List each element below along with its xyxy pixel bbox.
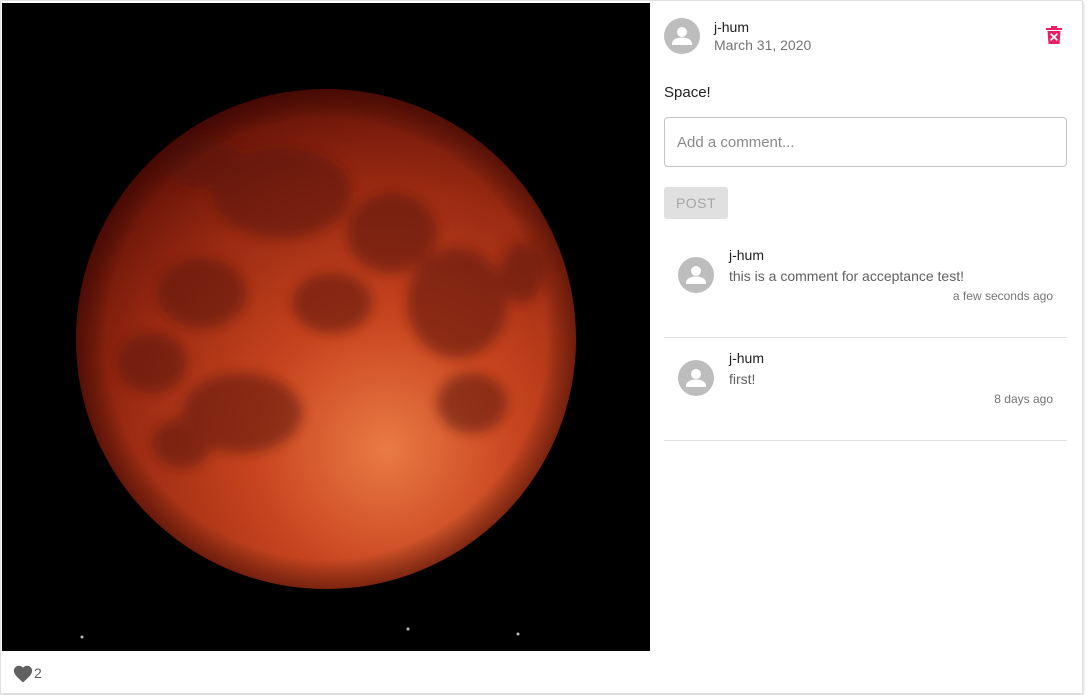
delete-post-button[interactable] <box>1040 21 1068 49</box>
post-date: March 31, 2020 <box>714 37 812 53</box>
comment-item: j-hum first! 8 days ago <box>664 338 1067 441</box>
trash-icon <box>1046 26 1062 44</box>
comment-list: j-hum this is a comment for acceptance t… <box>664 235 1067 441</box>
post-photo <box>2 3 650 651</box>
person-icon <box>686 266 706 284</box>
comment-text: first! <box>729 371 756 387</box>
post-card: j-hum March 31, 2020 Space! POST <box>0 0 1083 694</box>
comment-timestamp: a few seconds ago <box>952 289 1053 303</box>
comment-input[interactable] <box>664 117 1067 167</box>
commenter-avatar <box>678 257 714 293</box>
comment-text: this is a comment for acceptance test! <box>729 268 964 284</box>
commenter-avatar <box>678 360 714 396</box>
comment-timestamp: 8 days ago <box>994 392 1053 406</box>
like-button[interactable] <box>12 663 34 683</box>
comment-item: j-hum this is a comment for acceptance t… <box>664 235 1067 338</box>
heart-icon <box>13 665 33 683</box>
comment-author[interactable]: j-hum <box>729 350 764 366</box>
author-avatar <box>664 18 700 54</box>
person-icon <box>672 27 692 45</box>
post-details-panel: j-hum March 31, 2020 Space! POST <box>650 3 1082 651</box>
person-icon <box>686 369 706 387</box>
like-count: 2 <box>34 665 42 681</box>
post-caption: Space! <box>664 84 711 101</box>
post-author-name[interactable]: j-hum <box>714 19 749 35</box>
comment-author[interactable]: j-hum <box>729 247 764 263</box>
post-comment-button[interactable]: POST <box>664 187 728 219</box>
post-footer: 2 <box>2 651 1081 693</box>
post-header: j-hum March 31, 2020 <box>664 17 1068 57</box>
moon-image <box>2 3 650 651</box>
